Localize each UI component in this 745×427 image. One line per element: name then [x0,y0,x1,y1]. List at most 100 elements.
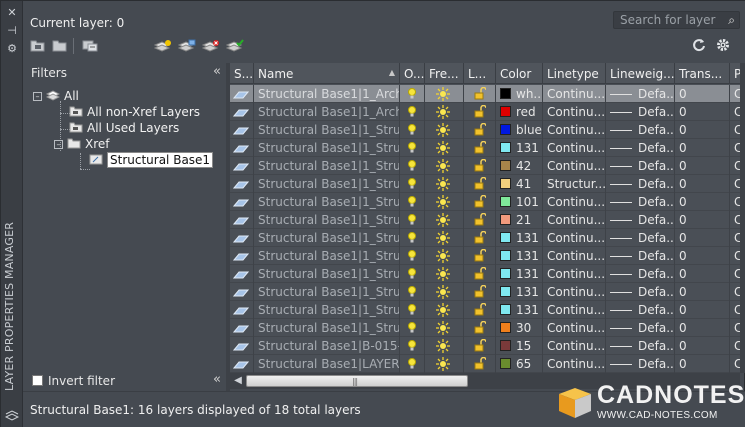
transparency-cell[interactable]: 0 [675,283,730,301]
layer-name-cell[interactable]: Structural Base1|1_Struc... [254,265,400,283]
scroll-thumb[interactable]: ||| [246,375,468,387]
lineweight-cell[interactable]: Defa... [606,355,675,373]
status-cell[interactable] [230,355,254,373]
color-cell[interactable]: wh... [496,85,543,103]
status-cell[interactable] [230,319,254,337]
lineweight-cell[interactable]: Defa... [606,175,675,193]
lock-cell[interactable] [464,319,496,337]
linetype-cell[interactable]: Continu... [543,211,606,229]
linetype-cell[interactable]: Continu... [543,337,606,355]
on-cell[interactable] [400,283,425,301]
lock-cell[interactable] [464,283,496,301]
lock-cell[interactable] [464,175,496,193]
transparency-cell[interactable]: 0 [675,175,730,193]
lightbulb-on-icon[interactable] [407,141,417,157]
layer-name-cell[interactable]: Structural Base1|1_Struc... [254,121,400,139]
plot-cell[interactable]: C [730,85,740,103]
sun-thawed-icon[interactable] [435,357,451,373]
sun-thawed-icon[interactable] [435,87,451,103]
layer-name-cell[interactable]: Structural Base1|1_Struc... [254,229,400,247]
lineweight-cell[interactable]: Defa... [606,193,675,211]
color-cell[interactable]: 21 [496,211,543,229]
linetype-cell[interactable]: Continu... [543,265,606,283]
color-cell[interactable]: 30 [496,319,543,337]
status-cell[interactable] [230,337,254,355]
on-cell[interactable] [400,337,425,355]
on-cell[interactable] [400,157,425,175]
lock-open-icon[interactable] [474,320,487,337]
column-header-on[interactable]: O... [400,63,425,84]
lock-open-icon[interactable] [474,266,487,283]
lineweight-cell[interactable]: Defa... [606,121,675,139]
refresh-icon[interactable] [692,38,708,52]
status-cell[interactable] [230,211,254,229]
on-cell[interactable] [400,229,425,247]
status-cell[interactable] [230,139,254,157]
status-cell[interactable] [230,121,254,139]
linetype-cell[interactable]: Continu... [543,319,606,337]
layer-name-cell[interactable]: Structural Base1|1_Struc... [254,175,400,193]
linetype-cell[interactable]: Structur... [543,175,606,193]
transparency-cell[interactable]: 0 [675,355,730,373]
linetype-cell[interactable]: Continu... [543,229,606,247]
lock-cell[interactable] [464,301,496,319]
column-header-lineweight[interactable]: Lineweig... [606,63,675,84]
transparency-cell[interactable]: 0 [675,121,730,139]
status-cell[interactable] [230,157,254,175]
table-row[interactable]: Structural Base1|1_Struc... 131 Continu...… [230,247,740,265]
layer-name-cell[interactable]: Structural Base1|1_Struc... [254,157,400,175]
lineweight-cell[interactable]: Defa... [606,247,675,265]
lineweight-cell[interactable]: Defa... [606,157,675,175]
table-row[interactable]: Structural Base1|1_Struc... 131 Continu...… [230,265,740,283]
table-row[interactable]: Structural Base1|1_Arch... wh... Continu..… [230,85,740,103]
freeze-cell[interactable] [425,319,464,337]
column-header-name[interactable]: Name ▲ [254,63,400,84]
plot-cell[interactable]: C [730,175,740,193]
status-cell[interactable] [230,247,254,265]
plot-cell[interactable]: C [730,139,740,157]
on-cell[interactable] [400,265,425,283]
linetype-cell[interactable]: Continu... [543,301,606,319]
linetype-cell[interactable]: Continu... [543,85,606,103]
freeze-cell[interactable] [425,337,464,355]
sun-thawed-icon[interactable] [435,213,451,229]
lock-cell[interactable] [464,139,496,157]
column-header-transparency[interactable]: Trans... [675,63,730,84]
transparency-cell[interactable]: 0 [675,139,730,157]
table-row[interactable]: Structural Base1|1_Struc... 41 Structur...… [230,175,740,193]
on-cell[interactable] [400,193,425,211]
linetype-cell[interactable]: Continu... [543,355,606,373]
on-cell[interactable] [400,139,425,157]
linetype-cell[interactable]: Continu... [543,103,606,121]
invert-filter-checkbox[interactable] [32,375,43,386]
layer-name-cell[interactable]: Structural Base1|LAYER... [254,355,400,373]
color-cell[interactable]: 65 [496,355,543,373]
lock-open-icon[interactable] [474,248,487,265]
new-group-filter-icon[interactable] [52,39,68,52]
sun-thawed-icon[interactable] [435,303,451,319]
status-cell[interactable] [230,229,254,247]
layer-states-manager-icon[interactable] [82,39,98,52]
table-row[interactable]: Structural Base1|1_Struc... 101 Continu...… [230,193,740,211]
color-cell[interactable]: 131 [496,265,543,283]
plot-cell[interactable]: C [730,103,740,121]
lineweight-cell[interactable]: Defa... [606,139,675,157]
lightbulb-on-icon[interactable] [407,177,417,193]
new-property-filter-icon[interactable] [30,39,46,52]
layer-name-cell[interactable]: Structural Base1|1_Struc... [254,139,400,157]
freeze-cell[interactable] [425,355,464,373]
layer-name-cell[interactable]: Structural Base1|B-015-1 [254,337,400,355]
color-cell[interactable]: 131 [496,139,543,157]
lineweight-cell[interactable]: Defa... [606,319,675,337]
transparency-cell[interactable]: 0 [675,229,730,247]
table-row[interactable]: Structural Base1|1_Struc... 21 Continu... D… [230,211,740,229]
lock-open-icon[interactable] [474,86,487,103]
table-row[interactable]: Structural Base1|1_Struc... 131 Continu...… [230,283,740,301]
linetype-cell[interactable]: Continu... [543,283,606,301]
vertical-scrollbar[interactable] [740,63,745,373]
delete-layer-icon[interactable] [201,39,219,52]
lock-cell[interactable] [464,211,496,229]
table-row[interactable]: Structural Base1|1_Struc... 30 Continu... D… [230,319,740,337]
lightbulb-on-icon[interactable] [407,195,417,211]
lightbulb-on-icon[interactable] [407,159,417,175]
